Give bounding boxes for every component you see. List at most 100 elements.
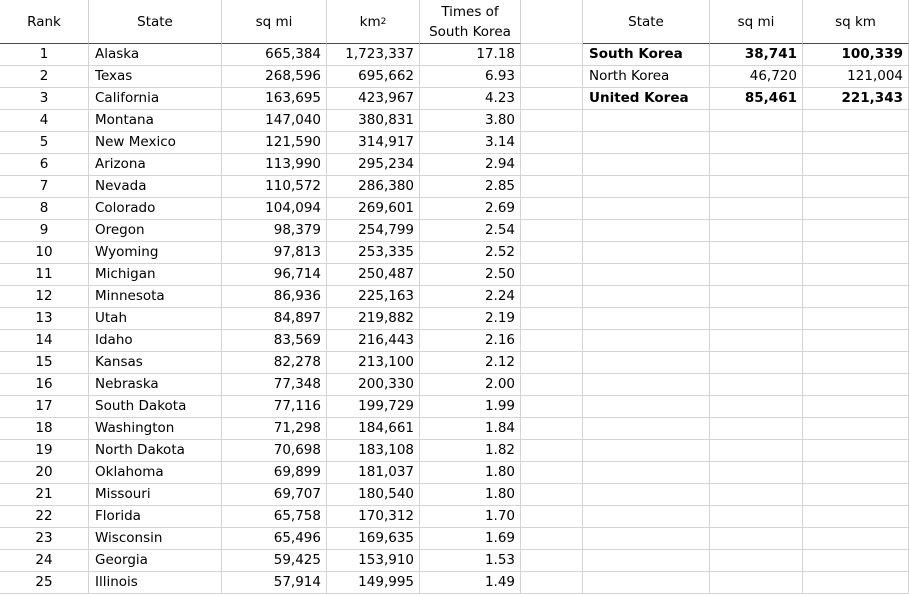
sq-mi-cell[interactable]: 83,569 — [222, 330, 327, 352]
rank-cell[interactable]: 19 — [0, 440, 89, 462]
km2-cell[interactable]: 250,487 — [327, 264, 420, 286]
empty-cell[interactable] — [583, 374, 710, 396]
empty-cell[interactable] — [583, 396, 710, 418]
empty-cell[interactable] — [521, 418, 583, 440]
rank-cell[interactable]: 6 — [0, 154, 89, 176]
empty-cell[interactable] — [583, 198, 710, 220]
times-cell[interactable]: 1.82 — [420, 440, 521, 462]
sq-mi-cell[interactable]: 665,384 — [222, 44, 327, 66]
times-cell[interactable]: 1.84 — [420, 418, 521, 440]
empty-cell[interactable] — [583, 220, 710, 242]
times-cell[interactable]: 17.18 — [420, 44, 521, 66]
km2-cell[interactable]: 149,995 — [327, 572, 420, 594]
times-cell[interactable]: 2.69 — [420, 198, 521, 220]
rank-cell[interactable]: 22 — [0, 506, 89, 528]
km2-cell[interactable]: 181,037 — [327, 462, 420, 484]
empty-cell[interactable] — [803, 550, 909, 572]
times-cell[interactable]: 1.49 — [420, 572, 521, 594]
empty-cell[interactable] — [710, 572, 803, 594]
rank-cell[interactable]: 9 — [0, 220, 89, 242]
korea-header-sq-mi[interactable]: sq mi — [710, 0, 803, 44]
km2-cell[interactable]: 153,910 — [327, 550, 420, 572]
times-cell[interactable]: 2.50 — [420, 264, 521, 286]
km2-cell[interactable]: 200,330 — [327, 374, 420, 396]
empty-cell[interactable] — [710, 352, 803, 374]
korea-state-cell[interactable]: South Korea — [583, 44, 710, 66]
km2-cell[interactable]: 216,443 — [327, 330, 420, 352]
km2-cell[interactable]: 170,312 — [327, 506, 420, 528]
empty-cell[interactable] — [710, 462, 803, 484]
empty-cell[interactable] — [521, 198, 583, 220]
empty-cell[interactable] — [583, 572, 710, 594]
sq-mi-cell[interactable]: 84,897 — [222, 308, 327, 330]
state-cell[interactable]: North Dakota — [89, 440, 222, 462]
empty-cell[interactable] — [583, 484, 710, 506]
korea-state-cell[interactable]: North Korea — [583, 66, 710, 88]
km2-cell[interactable]: 286,380 — [327, 176, 420, 198]
empty-cell[interactable] — [583, 176, 710, 198]
state-cell[interactable]: Nebraska — [89, 374, 222, 396]
empty-cell[interactable] — [583, 462, 710, 484]
empty-cell[interactable] — [710, 506, 803, 528]
times-cell[interactable]: 2.85 — [420, 176, 521, 198]
sq-mi-cell[interactable]: 98,379 — [222, 220, 327, 242]
rank-cell[interactable]: 4 — [0, 110, 89, 132]
empty-cell[interactable] — [803, 462, 909, 484]
empty-cell[interactable] — [803, 484, 909, 506]
korea-header-sq-km[interactable]: sq km — [803, 0, 909, 44]
empty-cell[interactable] — [521, 242, 583, 264]
empty-cell[interactable] — [803, 198, 909, 220]
km2-cell[interactable]: 269,601 — [327, 198, 420, 220]
empty-cell[interactable] — [710, 286, 803, 308]
times-cell[interactable]: 1.70 — [420, 506, 521, 528]
empty-cell[interactable] — [521, 352, 583, 374]
rank-cell[interactable]: 12 — [0, 286, 89, 308]
empty-cell[interactable] — [583, 440, 710, 462]
state-cell[interactable]: Utah — [89, 308, 222, 330]
times-cell[interactable]: 1.80 — [420, 462, 521, 484]
empty-cell[interactable] — [521, 506, 583, 528]
empty-cell[interactable] — [521, 44, 583, 66]
sq-mi-cell[interactable]: 96,714 — [222, 264, 327, 286]
empty-cell[interactable] — [710, 220, 803, 242]
state-cell[interactable]: Florida — [89, 506, 222, 528]
sq-mi-cell[interactable]: 71,298 — [222, 418, 327, 440]
empty-cell[interactable] — [583, 286, 710, 308]
km2-cell[interactable]: 184,661 — [327, 418, 420, 440]
empty-cell[interactable] — [583, 308, 710, 330]
empty-cell[interactable] — [803, 110, 909, 132]
rank-cell[interactable]: 5 — [0, 132, 89, 154]
empty-cell[interactable] — [803, 308, 909, 330]
empty-cell[interactable] — [583, 550, 710, 572]
empty-cell[interactable] — [521, 220, 583, 242]
empty-cell[interactable] — [521, 374, 583, 396]
times-cell[interactable]: 2.00 — [420, 374, 521, 396]
empty-cell[interactable] — [710, 484, 803, 506]
empty-cell[interactable] — [710, 154, 803, 176]
empty-cell[interactable] — [583, 242, 710, 264]
rank-cell[interactable]: 24 — [0, 550, 89, 572]
empty-cell[interactable] — [803, 396, 909, 418]
times-cell[interactable]: 2.52 — [420, 242, 521, 264]
korea-header-state[interactable]: State — [583, 0, 710, 44]
state-cell[interactable]: Texas — [89, 66, 222, 88]
header-sq-mi[interactable]: sq mi — [222, 0, 327, 44]
sq-mi-cell[interactable]: 69,899 — [222, 462, 327, 484]
header-state[interactable]: State — [89, 0, 222, 44]
empty-cell[interactable] — [803, 572, 909, 594]
empty-cell[interactable] — [710, 264, 803, 286]
km2-cell[interactable]: 169,635 — [327, 528, 420, 550]
empty-cell[interactable] — [803, 352, 909, 374]
empty-cell[interactable] — [521, 572, 583, 594]
rank-cell[interactable]: 8 — [0, 198, 89, 220]
rank-cell[interactable]: 1 — [0, 44, 89, 66]
sq-mi-cell[interactable]: 104,094 — [222, 198, 327, 220]
empty-cell[interactable] — [710, 374, 803, 396]
rank-cell[interactable]: 3 — [0, 88, 89, 110]
empty-cell[interactable] — [521, 330, 583, 352]
rank-cell[interactable]: 10 — [0, 242, 89, 264]
times-cell[interactable]: 1.80 — [420, 484, 521, 506]
empty-cell[interactable] — [583, 418, 710, 440]
state-cell[interactable]: Washington — [89, 418, 222, 440]
rank-cell[interactable]: 20 — [0, 462, 89, 484]
